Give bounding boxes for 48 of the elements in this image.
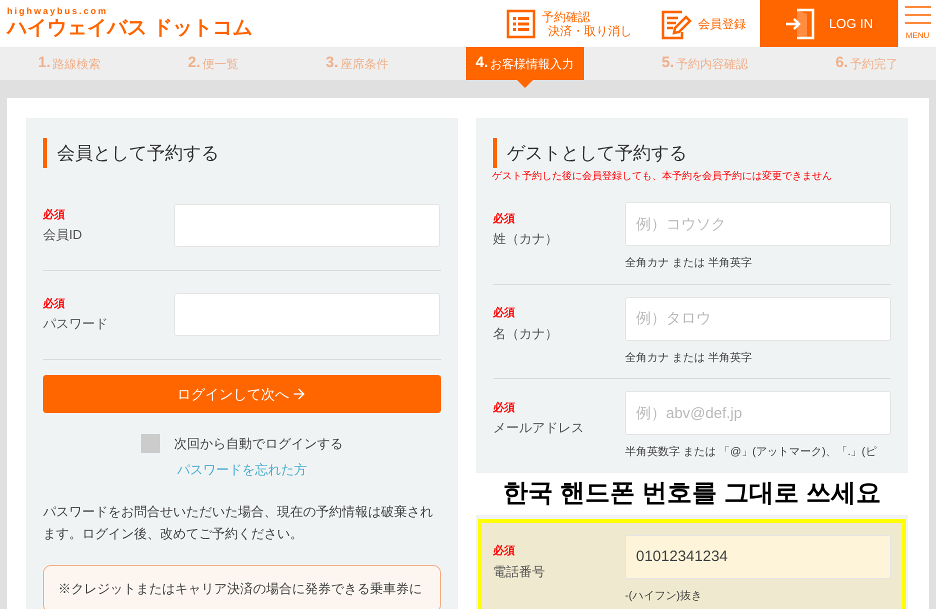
field-label: 会員ID — [43, 226, 83, 244]
step-label: 3.座席条件 — [324, 53, 390, 74]
forgot-password-link[interactable]: パスワードを忘れた方 — [177, 462, 307, 476]
input-field[interactable] — [174, 293, 440, 336]
step-label: 6.予約完了 — [834, 53, 899, 74]
panel-title: ゲストとして予約する — [493, 138, 891, 168]
required-label: 必須 — [493, 306, 516, 322]
field-label: メールアドレス — [493, 419, 585, 438]
field-label: 名（カナ） — [493, 324, 559, 343]
field-hint: 半角英数字 または 「@」(アットマーク)、「.」(ピ — [625, 444, 878, 460]
field-label: パスワード — [43, 315, 109, 333]
annotation-banner: 한국 핸드폰 번호를 그대로 쓰세요 — [476, 472, 908, 514]
field-hint: 全角カナ または 半角英字 — [625, 256, 754, 271]
logo[interactable]: ハイウェイバス ドットコム — [7, 16, 492, 40]
input-field[interactable]: 例）abv@def.jp — [625, 391, 891, 435]
field-label: 姓（カナ） — [493, 230, 559, 248]
input-field[interactable]: 01012341234 — [625, 534, 891, 578]
list-icon — [506, 8, 536, 38]
field-hint: 全角カナ または 半角英字 — [625, 350, 754, 366]
nav-link[interactable]: 予約確認 決済・取り消し — [492, 0, 646, 47]
panel-title: 会員として予約する — [43, 138, 441, 168]
required-label: 必須 — [493, 400, 516, 416]
nav-link[interactable]: 会員登録 — [646, 0, 760, 47]
notice-text: ※クレジットまたはキャリア決済の場合に発券できる乗車券に — [58, 580, 423, 598]
checkbox[interactable] — [141, 434, 160, 454]
step-label: 1.路線検索 — [37, 53, 102, 74]
input-field[interactable]: 例）コウソク — [625, 202, 891, 246]
login-next-button[interactable]: ログインして次へ — [43, 375, 441, 413]
required-label: 必須 — [493, 544, 516, 560]
checkbox-label: 次回から自動でログインする — [174, 435, 343, 453]
login-button[interactable]: LOG IN — [760, 0, 898, 47]
arrow-right-icon — [291, 386, 307, 402]
logo-caption: highwaybus.com — [7, 6, 110, 16]
step-label: 5.予約内容確認 — [660, 53, 750, 74]
step-label: 2.便一覧 — [186, 53, 240, 74]
door-icon — [784, 8, 815, 40]
field-label: 電話番号 — [493, 562, 546, 581]
pointer-icon — [516, 80, 533, 88]
input-field[interactable] — [174, 204, 440, 247]
menu-icon — [904, 5, 930, 25]
required-label: 必須 — [493, 212, 516, 227]
required-label: 必須 — [43, 208, 66, 222]
required-label: 必須 — [43, 296, 66, 312]
password-note: パスワードをお問合せいただいた場合、現在の予約情報は破棄されます。ログイン後、改めてご予約ください。 — [43, 502, 434, 542]
field-hint: -(ハイフン)抜き — [625, 588, 703, 604]
step-label: 4.お客様情報入力 — [466, 47, 584, 80]
warning-text: ゲスト予約した後に会員登録しても、本予約を会員予約には変更できません — [492, 170, 833, 184]
input-field[interactable]: 例）タロウ — [625, 296, 891, 340]
